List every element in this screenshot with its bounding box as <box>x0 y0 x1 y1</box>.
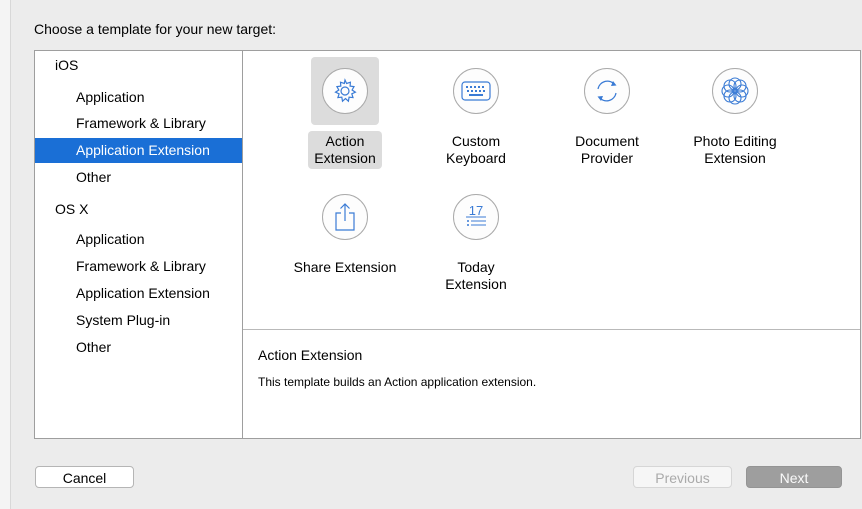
calendar-list-icon: 17 <box>466 203 486 226</box>
cancel-button[interactable]: Cancel <box>35 466 134 488</box>
sidebar-item-ios-application-extension[interactable]: Application Extension <box>35 138 242 163</box>
template-label-line1: Action <box>325 133 365 149</box>
sidebar-item-ios-framework-library[interactable]: Framework & Library <box>35 111 242 136</box>
template-grid: Action Extension Custom Keyboard Documen… <box>243 51 860 330</box>
template-content: Action Extension Custom Keyboard Documen… <box>243 51 860 438</box>
template-document-provider[interactable]: Document Provider <box>547 57 667 169</box>
sidebar-item-osx-framework-library[interactable]: Framework & Library <box>35 254 242 279</box>
sidebar-group-osx[interactable]: OS X <box>35 197 242 222</box>
previous-button[interactable]: Previous <box>633 466 732 488</box>
template-action-extension[interactable]: Action Extension <box>285 57 405 169</box>
template-today-extension[interactable]: 17 Today Extension <box>416 183 536 295</box>
template-label-line1: Today <box>457 259 495 275</box>
window-left-edge <box>0 0 11 509</box>
template-label-line2: Keyboard <box>446 150 506 166</box>
refresh-icon <box>597 80 617 102</box>
sidebar-item-osx-application-extension[interactable]: Application Extension <box>35 281 242 306</box>
dialog-title: Choose a template for your new target: <box>34 21 277 37</box>
sidebar-item-osx-application[interactable]: Application <box>35 227 242 252</box>
template-custom-keyboard[interactable]: Custom Keyboard <box>416 57 536 169</box>
template-label-line1: Share Extension <box>293 259 397 275</box>
keyboard-icon <box>461 81 491 101</box>
template-label-line2: Extension <box>314 150 376 166</box>
next-button[interactable]: Next <box>746 466 842 488</box>
share-icon <box>335 203 355 231</box>
template-label-line1: Document <box>575 133 639 149</box>
sidebar-item-ios-application[interactable]: Application <box>35 85 242 110</box>
sidebar-group-ios[interactable]: iOS <box>35 53 242 78</box>
template-share-extension[interactable]: Share Extension <box>285 183 405 278</box>
template-label-line2: Extension <box>445 276 507 292</box>
flower-icon <box>721 77 749 105</box>
template-label-line2: Provider <box>580 150 634 166</box>
sidebar-item-osx-other[interactable]: Other <box>35 335 242 360</box>
template-label-line1: Photo Editing <box>693 133 777 149</box>
description-title: Action Extension <box>258 347 363 363</box>
template-label-line2: Extension <box>704 150 766 166</box>
description-body: This template builds an Action applicati… <box>258 375 537 389</box>
category-sidebar: iOS Application Framework & Library Appl… <box>35 51 243 438</box>
sidebar-item-ios-other[interactable]: Other <box>35 165 242 190</box>
template-photo-editing-extension[interactable]: Photo Editing Extension <box>675 57 795 169</box>
template-label-line1: Custom <box>451 133 501 149</box>
gear-icon <box>334 78 357 103</box>
sidebar-item-osx-system-plugin[interactable]: System Plug-in <box>35 308 242 333</box>
template-panel: iOS Application Framework & Library Appl… <box>34 50 861 439</box>
calendar-day-text: 17 <box>469 203 483 218</box>
